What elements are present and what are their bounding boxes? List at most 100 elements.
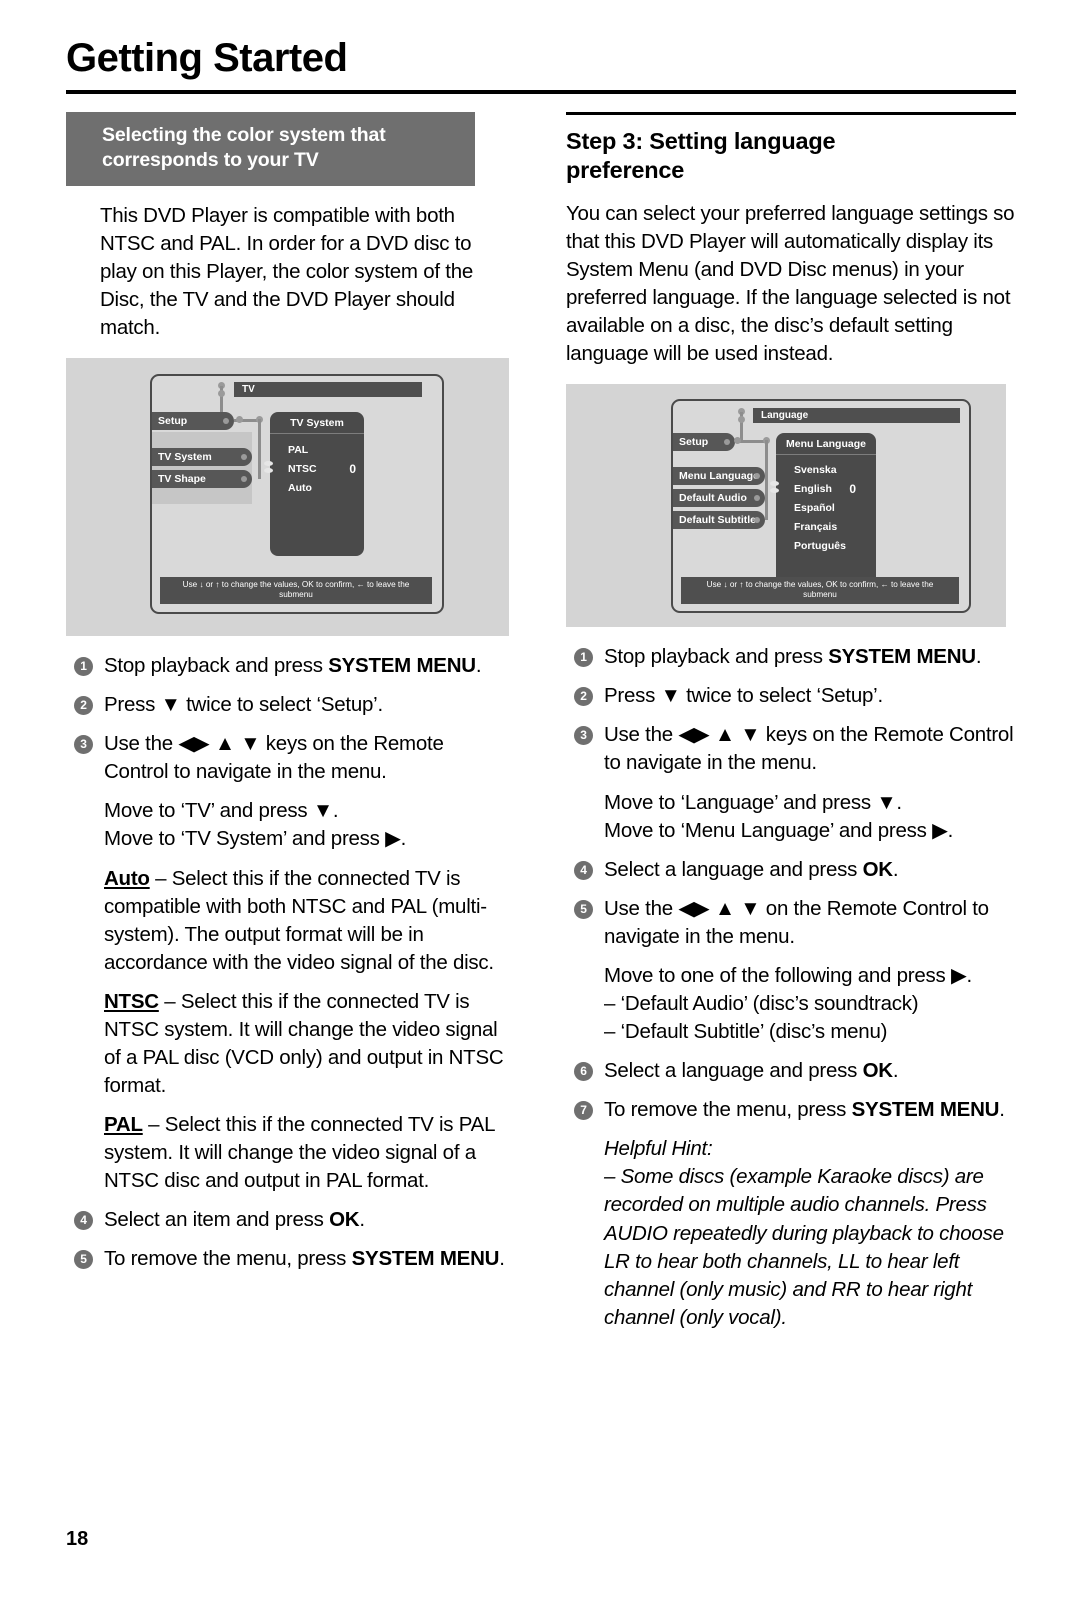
osd-menu-item-menu-language[interactable]: Menu Language [673, 467, 765, 486]
connector-line-vertical [765, 440, 768, 521]
osd-submenu-title: TV System [270, 412, 364, 435]
section-band-line1: Selecting the color system that [102, 124, 386, 146]
connector-line-vertical [258, 419, 261, 480]
right-move2-instructions: Move to one of the following and press ▶… [566, 962, 1016, 1046]
step-text-tail: . [892, 1059, 899, 1083]
step-number-badge: 3 [574, 726, 593, 746]
osd-hint-line2: submenu [279, 589, 313, 599]
osd-submenu-title: Menu Language [776, 433, 876, 456]
step-keyword: OK [862, 1059, 894, 1083]
step-number-badge: 1 [74, 657, 93, 677]
tv-system-screenshot: TV Setup TV System TV Shape TV System PA… [66, 358, 509, 637]
pill-knob-icon [754, 495, 760, 502]
move-line-2: Move to ‘Menu Language’ and press ▶. [604, 818, 954, 842]
definition-pal: PAL – Select this if the connected TV is… [66, 1111, 511, 1195]
osd-window: Language Setup Menu Language Default Aud… [671, 399, 971, 614]
step-item: 5 To remove the menu, press SYSTEM MENU. [66, 1245, 511, 1273]
step-text: Press ▼ twice to select ‘Setup’. [604, 684, 883, 708]
osd-menu-item-default-audio[interactable]: Default Audio [673, 489, 765, 508]
step-item: 5 Use the ◀▶ ▲ ▼ on the Remote Control t… [566, 895, 1016, 951]
osd-selected-value: 0 [849, 482, 856, 497]
osd-menu-item-label: Menu Language [679, 470, 759, 483]
step-item: 6 Select a language and press OK. [566, 1057, 1016, 1085]
step-text-tail: . [359, 1208, 365, 1232]
definition-body: – Select this if the connected TV is PAL… [104, 1113, 495, 1193]
step-text-tail: . [999, 1098, 1005, 1122]
step-number-badge: 3 [74, 735, 93, 755]
osd-title-bar: TV [234, 382, 422, 398]
step-text: Stop playback and press [604, 645, 829, 669]
pill-knob-icon [754, 517, 760, 524]
menu-backdrop [152, 432, 252, 505]
osd-menu-item-default-subtitle[interactable]: Default Subtitle [673, 511, 765, 530]
osd-menu-item-label: Setup [679, 436, 709, 449]
right-steps-list: 1 Stop playback and press SYSTEM MENU. 2… [566, 643, 1016, 1332]
pill-knob-icon [241, 476, 247, 483]
move-line-2: Move to ‘TV System’ and press ▶. [104, 827, 407, 851]
osd-submenu-item-portugues[interactable]: Português [776, 536, 876, 555]
osd-hint-bar: Use ↓ or ↑ to change the values, OK to c… [160, 576, 432, 605]
move-line-1: Move to ‘TV’ and press ▼. [104, 799, 339, 823]
osd-hint-line1: Use ↓ or ↑ to change the values, OK to c… [706, 579, 934, 589]
helpful-hint-block: Helpful Hint: – Some discs (example Kara… [566, 1135, 1016, 1332]
step-keyword: SYSTEM MENU [351, 1247, 500, 1271]
pill-knob-icon [223, 418, 229, 425]
step-item: 1 Stop playback and press SYSTEM MENU. [566, 643, 1016, 671]
step-number-badge: 5 [574, 899, 593, 919]
step-text: Select a language and press [604, 1059, 863, 1083]
step-item: 4 Select an item and press OK. [66, 1206, 511, 1234]
step-text: To remove the menu, press [104, 1247, 352, 1271]
step-number-badge: 7 [574, 1101, 593, 1121]
step-text-tail: . [499, 1247, 505, 1271]
step-text: To remove the menu, press [604, 1098, 852, 1122]
definition-term: PAL [104, 1113, 143, 1137]
definition-ntsc: NTSC – Select this if the connected TV i… [66, 988, 511, 1100]
osd-submenu-item-pal[interactable]: PAL [270, 440, 364, 459]
page-title: Getting Started [66, 36, 348, 80]
step-text-tail: . [975, 645, 982, 669]
osd-title-bar: Language [753, 408, 960, 424]
osd-hint-line2: submenu [803, 589, 837, 599]
move2-line-1: Move to one of the following and press ▶… [604, 963, 972, 987]
step-text: Press ▼ twice to select ‘Setup’. [104, 693, 383, 717]
step-item: 7 To remove the menu, press SYSTEM MENU. [566, 1096, 1016, 1124]
osd-submenu-item-english[interactable]: English [776, 479, 876, 498]
selection-arrows-icon [770, 481, 779, 498]
osd-submenu-item-auto[interactable]: Auto [270, 478, 364, 497]
right-intro-paragraph: You can select your preferred language s… [566, 201, 1015, 366]
step-number-badge: 6 [574, 1062, 593, 1082]
osd-submenu-item-espanol[interactable]: Español [776, 498, 876, 517]
osd-submenu: TV System PAL NTSC 0 Auto [264, 412, 364, 557]
step-item: 2 Press ▼ twice to select ‘Setup’. [566, 682, 1016, 710]
osd-submenu-item-svenska[interactable]: Svenska [776, 460, 876, 479]
manual-page: Getting Started Selecting the color syst… [0, 0, 1080, 1618]
osd-window: TV Setup TV System TV Shape TV System PA… [150, 374, 444, 615]
pill-knob-icon [754, 473, 760, 480]
osd-menu-item-label: Default Audio [679, 492, 747, 505]
definition-body: – Select this if the connected TV is NTS… [104, 989, 504, 1098]
step-number-badge: 4 [74, 1211, 93, 1231]
step-text: Use the ◀▶ ▲ ▼ keys on the Remote Contro… [104, 732, 444, 784]
osd-menu-item-label: TV Shape [158, 473, 206, 486]
step-keyword: SYSTEM MENU [328, 654, 476, 678]
left-column: Selecting the color system that correspo… [66, 112, 511, 1285]
osd-menu-item-tv-system[interactable]: TV System [152, 448, 252, 467]
step-text-tail: . [892, 857, 899, 881]
step-number-badge: 2 [74, 696, 93, 716]
right-move-instructions: Move to ‘Language’ and press ▼. Move to … [566, 789, 1016, 845]
definition-term: Auto [104, 866, 150, 890]
osd-submenu-item-francais[interactable]: Français [776, 517, 876, 536]
osd-menu-item-tv-shape[interactable]: TV Shape [152, 470, 252, 489]
step-item: 4 Select a language and press OK. [566, 856, 1016, 884]
connector-dot [218, 390, 225, 398]
definition-term: NTSC [104, 989, 159, 1013]
step-keyword: OK [862, 857, 894, 881]
osd-menu-item-setup[interactable]: Setup [673, 433, 735, 452]
step-text: Select a language and press [604, 857, 863, 881]
move2-line-3: – ‘Default Subtitle’ (disc’s menu) [604, 1020, 888, 1044]
step-keyword: OK [329, 1208, 360, 1232]
osd-menu-item-label: Default Subtitle [679, 514, 757, 527]
step-number-badge: 2 [574, 687, 593, 707]
osd-menu-item-setup[interactable]: Setup [152, 412, 234, 431]
step3-heading: Step 3: Setting language preference [566, 127, 1016, 186]
